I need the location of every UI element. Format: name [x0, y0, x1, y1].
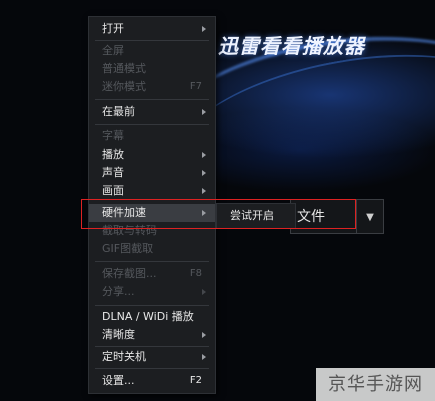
menu-item-play[interactable]: 播放	[89, 146, 215, 164]
submenu-arrow-icon	[202, 26, 206, 32]
menu-item-normal-mode[interactable]: 普通模式	[89, 60, 215, 78]
submenu-arrow-icon	[202, 354, 206, 360]
menu-item-always-on-top[interactable]: 在最前	[89, 103, 215, 121]
menu-separator	[95, 40, 209, 41]
submenu-arrow-icon	[202, 188, 206, 194]
menu-item-shortcut: F8	[189, 268, 202, 279]
menu-item-label: DLNA / WiDi 播放	[102, 310, 194, 323]
menu-item-share[interactable]: 分享...	[89, 283, 215, 301]
menu-item-picture[interactable]: 画面	[89, 182, 215, 200]
menu-item-label: 设置...	[102, 374, 135, 387]
menu-separator	[95, 346, 209, 347]
open-file-dropdown-button[interactable]: ▼	[356, 199, 384, 234]
menu-item-label: 打开	[102, 22, 124, 35]
menu-separator	[95, 305, 209, 306]
submenu-arrow-icon	[202, 152, 206, 158]
menu-item-label: 画面	[102, 184, 124, 197]
menu-separator	[95, 261, 209, 262]
menu-item-label: 字幕	[102, 129, 124, 142]
menu-item-mini-mode[interactable]: 迷你模式 F7	[89, 78, 215, 96]
menu-item-label: 迷你模式	[102, 80, 146, 93]
menu-item-subtitles[interactable]: 字幕	[89, 127, 215, 145]
menu-item-label: GIF图截取	[102, 242, 154, 255]
annotation-highlight-box	[81, 199, 356, 229]
menu-item-dlna-widi[interactable]: DLNA / WiDi 播放	[89, 308, 215, 326]
menu-item-resolution[interactable]: 清晰度	[89, 326, 215, 344]
menu-separator	[95, 99, 209, 100]
menu-item-gif-capture[interactable]: GIF图截取	[89, 240, 215, 258]
menu-item-label: 播放	[102, 148, 124, 161]
menu-separator	[95, 368, 209, 369]
chevron-down-icon: ▼	[366, 212, 374, 223]
menu-item-settings[interactable]: 设置... F2	[89, 372, 215, 390]
menu-item-open[interactable]: 打开	[89, 20, 215, 38]
submenu-arrow-icon	[202, 289, 206, 295]
menu-item-label: 在最前	[102, 105, 135, 118]
menu-item-shortcut: F2	[189, 375, 202, 386]
menu-item-fullscreen[interactable]: 全屏	[89, 42, 215, 60]
menu-item-label: 清晰度	[102, 328, 135, 341]
menu-item-label: 分享...	[102, 285, 135, 298]
player-title: 迅雷看看播放器	[218, 34, 365, 58]
menu-item-label: 全屏	[102, 44, 124, 57]
menu-item-sound[interactable]: 声音	[89, 164, 215, 182]
submenu-arrow-icon	[202, 109, 206, 115]
menu-item-shortcut: F7	[189, 81, 202, 92]
menu-item-timed-shutdown[interactable]: 定时关机	[89, 348, 215, 366]
menu-item-label: 声音	[102, 166, 124, 179]
submenu-arrow-icon	[202, 332, 206, 338]
menu-item-label: 普通模式	[102, 62, 146, 75]
menu-item-save-screenshot[interactable]: 保存截图... F8	[89, 265, 215, 283]
menu-separator	[95, 124, 209, 125]
menu-item-label: 定时关机	[102, 350, 146, 363]
submenu-arrow-icon	[202, 170, 206, 176]
menu-item-label: 保存截图...	[102, 267, 157, 280]
watermark: 京华手游网	[316, 368, 435, 401]
